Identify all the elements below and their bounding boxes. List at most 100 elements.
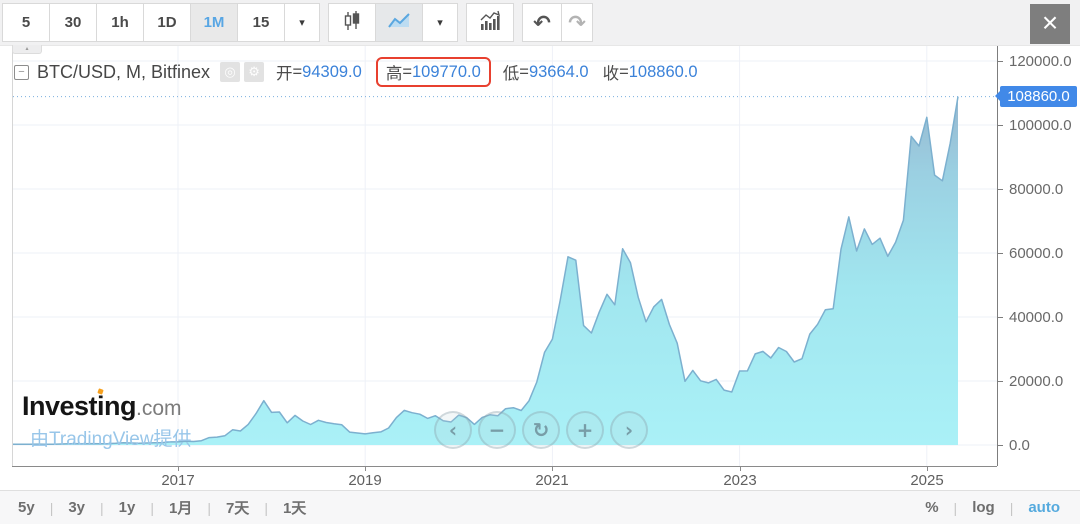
ohlc-readout: 开=94309.0 高=109770.0 低=93664.0 收=108860.… <box>276 57 712 87</box>
investing-logo: Investing.com <box>22 391 182 422</box>
y-tick <box>998 125 1003 126</box>
candlestick-style-button[interactable] <box>328 3 376 42</box>
series-settings-button[interactable]: ⚙ <box>244 62 264 82</box>
interval-button-5[interactable]: 5 <box>2 3 50 42</box>
high-value: 109770.0 <box>412 63 481 82</box>
range-selector: 5y | 3y | 1y | 1月 | 7天 | 1天 <box>18 497 306 518</box>
pan-left-button[interactable]: ‹ <box>434 411 472 449</box>
area-style-button-active[interactable] <box>375 3 423 42</box>
y-tick <box>998 381 1003 382</box>
bottom-toolbar: 5y | 3y | 1y | 1月 | 7天 | 1天 % | log | au… <box>0 490 1080 524</box>
toggle-visibility-button[interactable]: ◎ <box>220 62 240 82</box>
minus-icon: − <box>489 418 506 442</box>
range-button-1month[interactable]: 1月 <box>169 497 192 518</box>
open-label: 开 <box>276 60 293 84</box>
y-tick <box>998 61 1003 62</box>
range-button-1y[interactable]: 1y <box>119 499 136 516</box>
y-tick <box>998 317 1003 318</box>
eye-icon: ◎ <box>224 65 235 80</box>
interval-button-30[interactable]: 30 <box>49 3 97 42</box>
low-field: 低=93664.0 <box>503 60 589 84</box>
low-label: 低 <box>503 60 520 84</box>
reset-view-button[interactable]: ↻ <box>522 411 560 449</box>
close-value: 108860.0 <box>629 63 698 82</box>
percent-scale-button[interactable]: % <box>925 499 938 516</box>
logo-text: Invest <box>22 391 97 421</box>
separator: | <box>150 500 154 516</box>
logo-suffix: .com <box>136 397 182 420</box>
scale-selector: % | log | auto <box>925 499 1060 516</box>
open-value: 94309.0 <box>302 63 362 82</box>
candlestick-icon <box>341 10 363 36</box>
range-button-5y[interactable]: 5y <box>18 499 35 516</box>
close-button[interactable]: × <box>1030 4 1070 44</box>
range-button-7day[interactable]: 7天 <box>226 497 249 518</box>
price-axis[interactable]: 120000.0 100000.0 80000.0 60000.0 40000.… <box>997 46 1080 466</box>
interval-button-1h[interactable]: 1h <box>96 3 144 42</box>
style-dropdown-button[interactable]: ▾ <box>422 3 458 42</box>
separator: | <box>1010 500 1014 516</box>
interval-button-1d[interactable]: 1D <box>143 3 191 42</box>
y-axis-label: 0.0 <box>1009 437 1079 454</box>
chart-app-window: 5 30 1h 1D 1M 15 ▾ <box>0 0 1080 524</box>
y-tick <box>998 189 1003 190</box>
plot-left-border <box>12 46 13 466</box>
redo-button[interactable]: ↷ <box>561 3 593 42</box>
separator: | <box>100 500 104 516</box>
y-axis-label: 40000.0 <box>1009 309 1079 326</box>
tradingview-attribution: 由TradingView提供 <box>30 424 192 451</box>
interval-dropdown-button[interactable]: ▾ <box>284 3 320 42</box>
area-chart-icon <box>387 11 411 35</box>
range-button-1day[interactable]: 1天 <box>283 497 306 518</box>
undo-button[interactable]: ↶ <box>522 3 562 42</box>
indicators-button[interactable] <box>466 3 514 42</box>
high-label: 高 <box>386 60 403 84</box>
refresh-icon: ↻ <box>533 418 550 442</box>
y-axis-label: 20000.0 <box>1009 373 1079 390</box>
separator: | <box>50 500 54 516</box>
collapse-up-icon: ▴ <box>25 45 28 52</box>
legend-collapse-button[interactable]: − <box>14 65 29 80</box>
y-tick <box>998 253 1003 254</box>
price-axis-line <box>997 46 998 466</box>
auto-scale-button-active[interactable]: auto <box>1028 499 1060 516</box>
logo-text-accent: ing <box>97 391 136 421</box>
zoom-in-button[interactable]: + <box>566 411 604 449</box>
open-field: 开=94309.0 <box>276 60 362 84</box>
x-axis-label: 2019 <box>335 472 395 489</box>
separator: | <box>207 500 211 516</box>
interval-button-15[interactable]: 15 <box>237 3 285 42</box>
low-value: 93664.0 <box>529 63 589 82</box>
x-axis-label: 2023 <box>710 472 770 489</box>
time-axis[interactable]: 2017 2019 2021 2023 2025 <box>0 466 997 490</box>
zoom-out-button[interactable]: − <box>478 411 516 449</box>
x-tick <box>740 467 741 471</box>
plus-icon: + <box>577 418 594 442</box>
x-tick <box>365 467 366 471</box>
redo-icon: ↷ <box>568 11 586 35</box>
indicators-icon <box>478 10 502 36</box>
pan-right-button[interactable]: › <box>610 411 648 449</box>
close-icon: × <box>1042 7 1058 38</box>
minus-icon: − <box>18 67 24 78</box>
current-price-badge: 108860.0 <box>1000 86 1077 107</box>
indicators-group <box>466 3 514 42</box>
chart-legend: − BTC/USD, M, Bitfinex ◎ ⚙ 开=94309.0 高=1… <box>14 57 712 87</box>
undo-redo-group: ↶ ↷ <box>522 3 593 42</box>
collapse-toolbar-tab[interactable]: ▴ <box>12 45 42 54</box>
top-toolbar: 5 30 1h 1D 1M 15 ▾ <box>0 0 1080 46</box>
chart-style-group: ▾ <box>328 3 458 42</box>
interval-button-1m-active[interactable]: 1M <box>190 3 238 42</box>
range-button-3y[interactable]: 3y <box>68 499 85 516</box>
caret-down-icon: ▾ <box>299 16 305 29</box>
y-tick <box>998 445 1003 446</box>
y-axis-label: 60000.0 <box>1009 245 1079 262</box>
close-label: 收 <box>603 60 620 84</box>
separator: | <box>264 500 268 516</box>
log-scale-button[interactable]: log <box>972 499 995 516</box>
x-axis-label: 2017 <box>148 472 208 489</box>
chevron-right-icon: › <box>625 418 633 442</box>
separator: | <box>954 500 958 516</box>
high-field-highlighted: 高=109770.0 <box>376 57 491 87</box>
symbol-title[interactable]: BTC/USD, M, Bitfinex <box>37 62 210 83</box>
